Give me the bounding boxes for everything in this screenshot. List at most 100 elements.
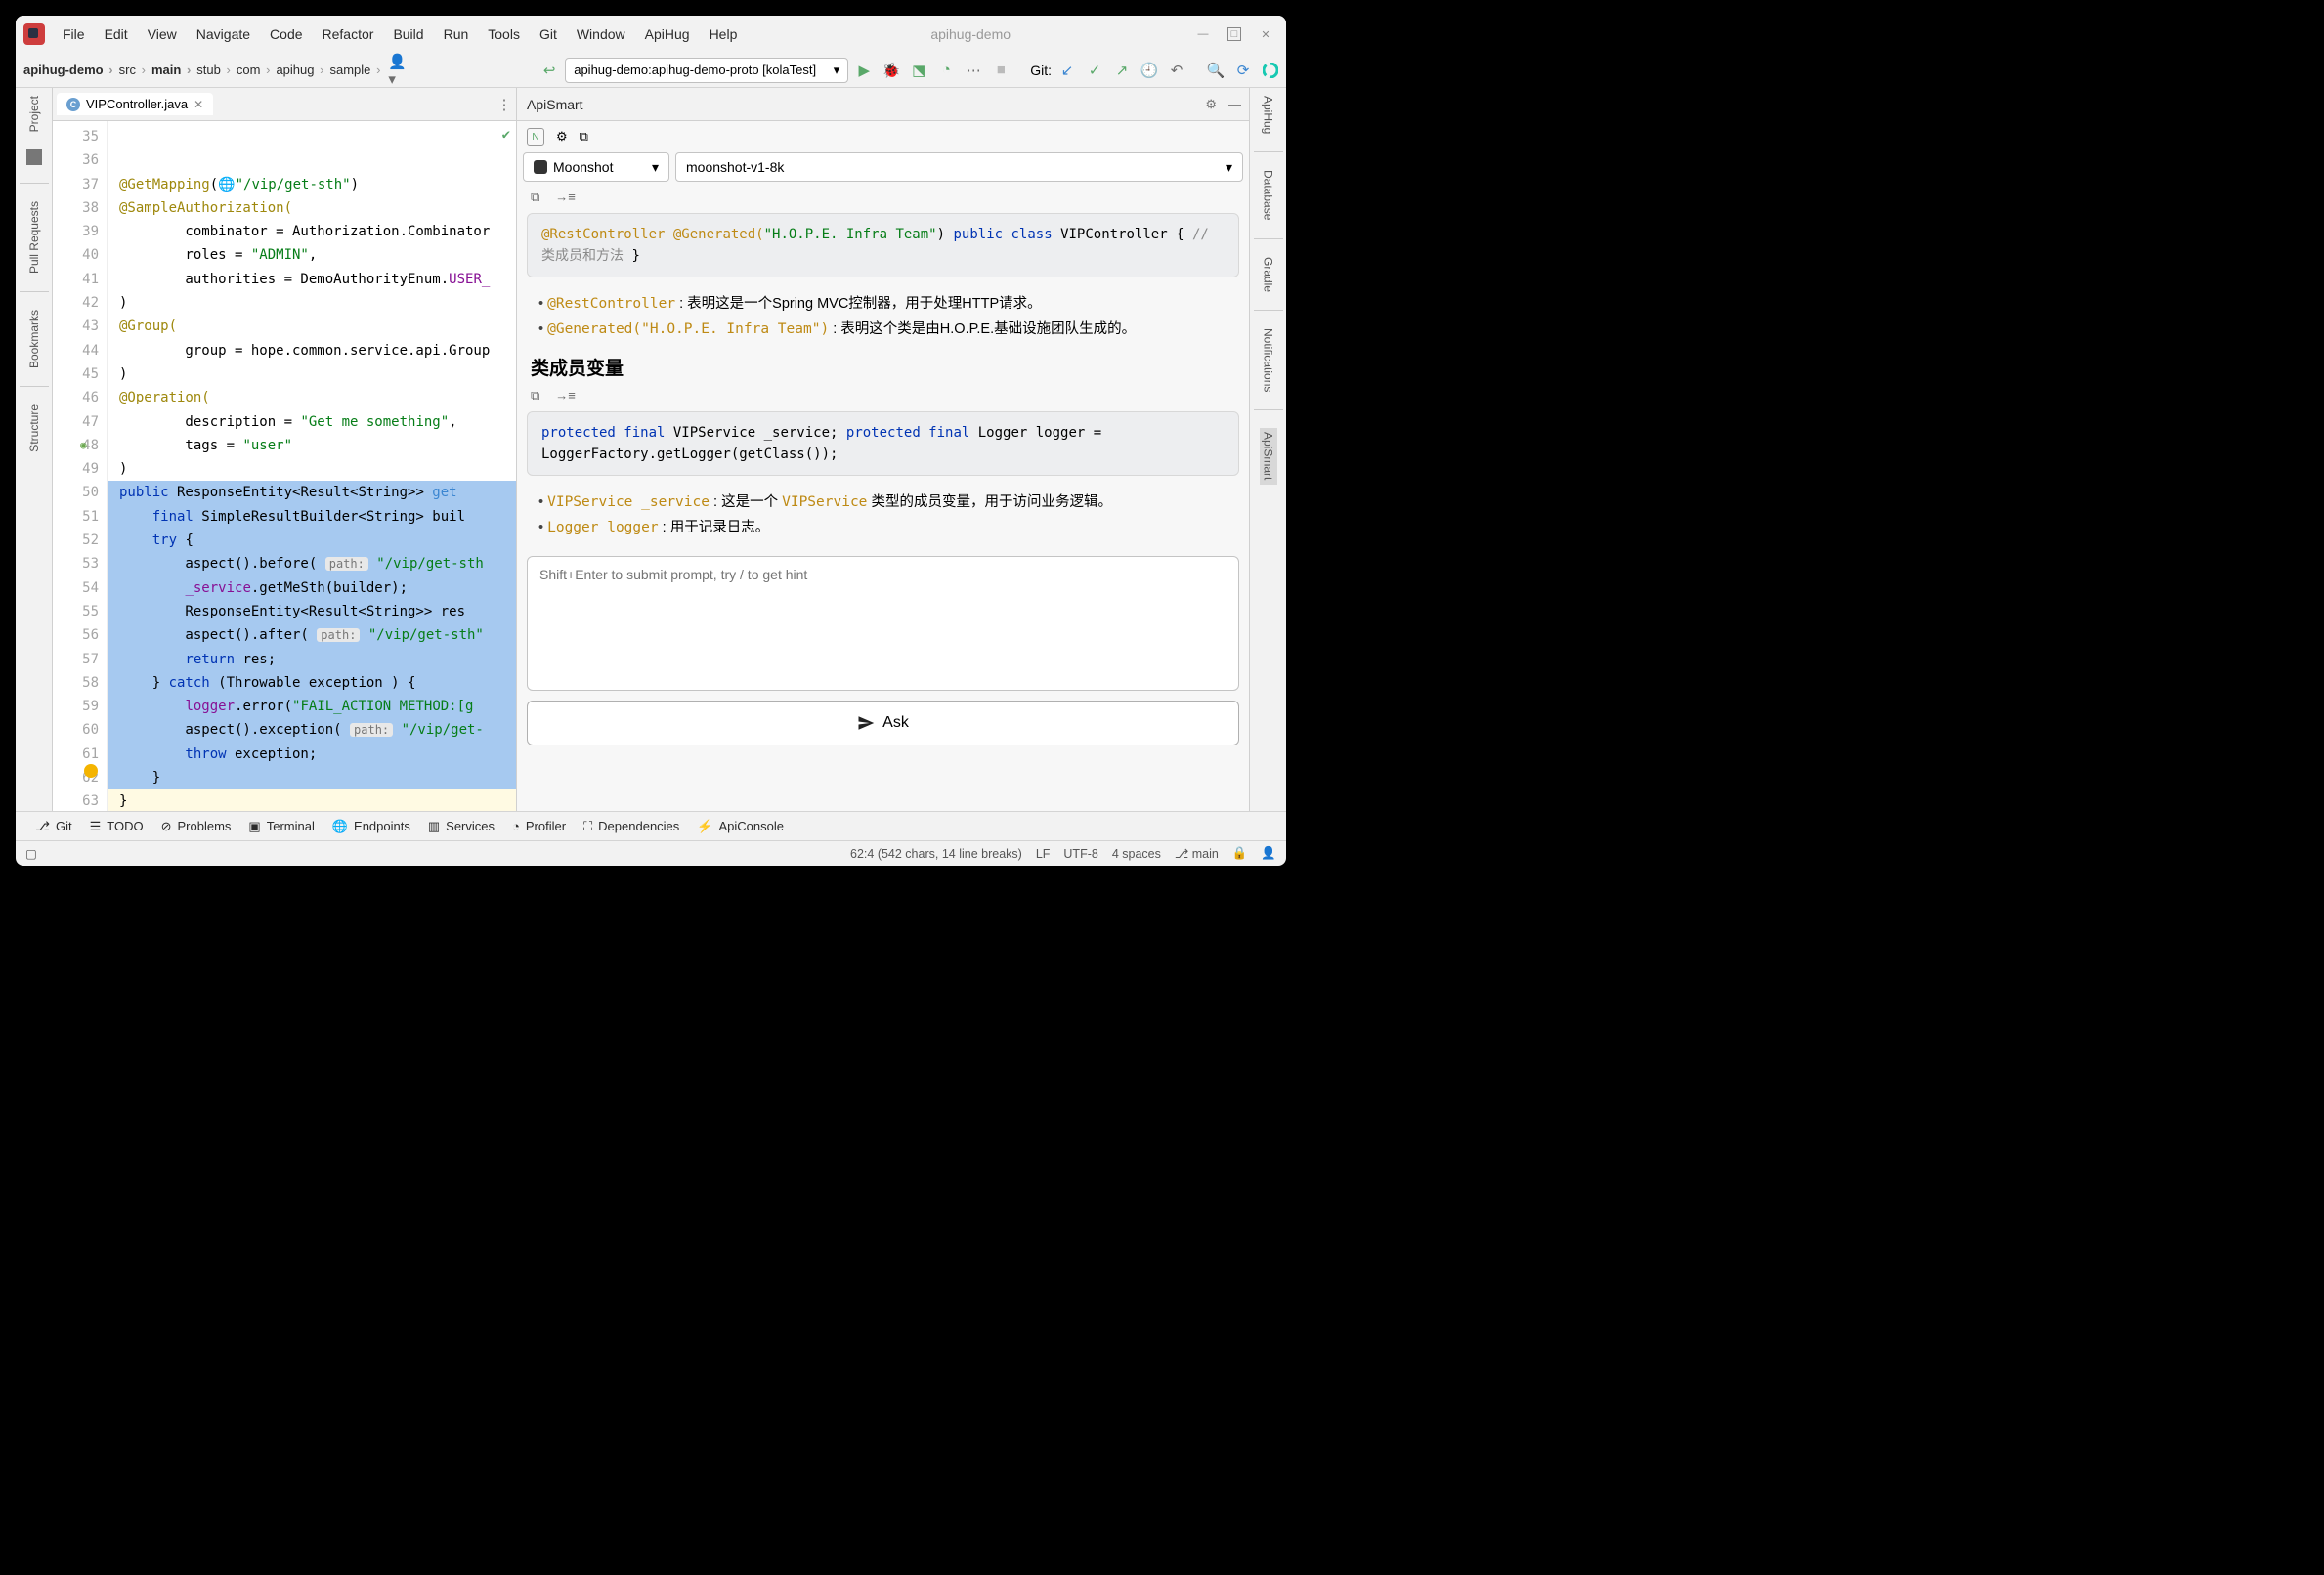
gutter-override-icon[interactable]: ◉	[80, 434, 87, 457]
console-icon: ⚡	[697, 819, 712, 834]
line-separator[interactable]: LF	[1036, 847, 1051, 861]
bottom-dependencies[interactable]: ⛶Dependencies	[583, 819, 679, 834]
git-label: Git:	[1030, 63, 1052, 78]
copy-icon[interactable]: ⧉	[580, 129, 588, 145]
breadcrumb[interactable]: src	[115, 61, 144, 79]
maximize-icon[interactable]: □	[1227, 27, 1241, 41]
debug-icon[interactable]: 🐞	[880, 59, 903, 82]
tool-pull-requests[interactable]: Pull Requests	[27, 201, 41, 274]
editor-tab-label: VIPController.java	[86, 97, 188, 111]
history-icon[interactable]: 🕘	[1138, 59, 1161, 82]
copy-snippet-icon[interactable]: ⧉	[531, 388, 539, 404]
bottom-apiconsole[interactable]: ⚡ApiConsole	[697, 819, 784, 834]
tool-notifications[interactable]: Notifications	[1262, 328, 1275, 392]
model-name-select[interactable]: moonshot-v1-8k ▾	[675, 152, 1243, 182]
coverage-icon[interactable]: ⬔	[907, 59, 930, 82]
toolwindow-toggle-icon[interactable]: ▢	[25, 846, 37, 861]
menu-edit[interactable]: Edit	[97, 22, 136, 46]
menu-apihug[interactable]: ApiHug	[637, 22, 698, 46]
menu-file[interactable]: File	[55, 22, 93, 46]
update-icon[interactable]: ↙	[1055, 59, 1079, 82]
insert-icon[interactable]: →≡	[555, 388, 576, 404]
tool-database[interactable]: Database	[1262, 170, 1275, 220]
menu-tools[interactable]: Tools	[480, 22, 528, 46]
right-toolwindow-bar: ApiHug Database Gradle Notifications Api…	[1249, 88, 1286, 811]
copy-snippet-icon[interactable]: ⧉	[531, 190, 539, 205]
menu-code[interactable]: Code	[262, 22, 310, 46]
new-chat-icon[interactable]: N	[527, 128, 544, 146]
model-provider-select[interactable]: Moonshot ▾	[523, 152, 669, 182]
menu-help[interactable]: Help	[702, 22, 746, 46]
tab-menu-icon[interactable]: ⋮	[493, 93, 516, 116]
list-icon: ☰	[90, 819, 102, 834]
run-config-selector[interactable]: apihug-demo:apihug-demo-proto [kolaTest]…	[565, 58, 848, 83]
more-run-icon[interactable]: ⋯	[962, 59, 985, 82]
code-area[interactable]: ✔ @GetMapping(🌐"/vip/get-sth") @SampleAu…	[108, 121, 516, 811]
minimize-icon[interactable]: —	[1196, 27, 1210, 41]
search-icon[interactable]: 🔍	[1204, 59, 1227, 82]
gear-icon[interactable]: ⚙	[1205, 97, 1217, 112]
user-icon[interactable]: 👤	[1261, 846, 1276, 861]
left-toolwindow-bar: Project Pull Requests Bookmarks Structur…	[16, 88, 53, 811]
breadcrumb[interactable]: apihug	[272, 61, 322, 79]
apihug-toolbar-icon[interactable]	[1259, 59, 1282, 82]
code-editor[interactable]: 353637 383940 414243 444546 474849 50515…	[53, 121, 517, 811]
bottom-terminal[interactable]: ▣Terminal	[248, 819, 314, 834]
indent[interactable]: 4 spaces	[1112, 847, 1161, 861]
app-icon	[23, 23, 45, 45]
menu-view[interactable]: View	[140, 22, 185, 46]
intention-bulb-icon[interactable]	[84, 764, 98, 778]
insert-icon[interactable]: →≡	[555, 190, 576, 205]
encoding[interactable]: UTF-8	[1063, 847, 1097, 861]
editor-tab[interactable]: C VIPController.java ✕	[57, 93, 213, 115]
tool-project[interactable]: Project	[27, 96, 41, 132]
inspection-ok-icon[interactable]: ✔	[502, 123, 510, 147]
minimize-panel-icon[interactable]: —	[1228, 97, 1241, 111]
menu-navigate[interactable]: Navigate	[189, 22, 258, 46]
breadcrumb[interactable]: stub	[193, 61, 229, 79]
ask-button[interactable]: Ask	[527, 701, 1239, 745]
users-icon[interactable]: 👤▾	[388, 59, 411, 82]
settings-icon[interactable]: ⚙	[556, 129, 568, 145]
lock-icon[interactable]: 🔒	[1232, 846, 1248, 861]
caret-position[interactable]: 62:4 (542 chars, 14 line breaks)	[850, 847, 1022, 861]
breadcrumb[interactable]: apihug-demo	[20, 61, 111, 79]
bottom-services[interactable]: ▥Services	[428, 819, 495, 834]
stop-icon[interactable]: ■	[989, 59, 1012, 82]
profile-icon[interactable]: ◔	[934, 59, 958, 82]
body: Project Pull Requests Bookmarks Structur…	[16, 88, 1286, 811]
menu-window[interactable]: Window	[569, 22, 633, 46]
breadcrumb[interactable]: sample	[325, 61, 378, 79]
project-view-icon[interactable]	[26, 149, 42, 165]
menu-refactor[interactable]: Refactor	[315, 22, 382, 46]
bottom-git[interactable]: ⎇Git	[35, 819, 72, 834]
breadcrumb[interactable]: main	[148, 61, 189, 79]
close-tab-icon[interactable]: ✕	[194, 98, 203, 111]
explanation-list: VIPService _service : 这是一个 VIPService 类型…	[517, 480, 1249, 550]
run-icon[interactable]: ▶	[852, 59, 876, 82]
rollback-icon[interactable]: ↶	[1165, 59, 1188, 82]
bottom-todo[interactable]: ☰TODO	[90, 819, 144, 834]
apismart-panel: N ⚙ ⧉ Moonshot ▾ moonshot-v1-8k ▾	[517, 121, 1249, 811]
titlebar: File Edit View Navigate Code Refactor Bu…	[16, 16, 1286, 53]
tool-apismart[interactable]: ApiSmart	[1260, 428, 1277, 484]
bottom-endpoints[interactable]: 🌐Endpoints	[332, 819, 410, 834]
bottom-profiler[interactable]: ◔Profiler	[512, 819, 566, 833]
tool-gradle[interactable]: Gradle	[1262, 257, 1275, 292]
tool-apihug[interactable]: ApiHug	[1262, 96, 1275, 134]
prompt-input[interactable]	[527, 556, 1239, 691]
breadcrumb[interactable]: com	[233, 61, 269, 79]
sync-icon[interactable]: ⟳	[1231, 59, 1255, 82]
push-icon[interactable]: ↗	[1110, 59, 1134, 82]
git-branch[interactable]: ⎇ main	[1175, 846, 1219, 861]
close-icon[interactable]: ✕	[1259, 27, 1272, 41]
tool-bookmarks[interactable]: Bookmarks	[27, 310, 41, 368]
bottom-problems[interactable]: ⊘Problems	[161, 819, 232, 834]
toolbar: apihug-demo src main stub com apihug sam…	[16, 53, 1286, 88]
menu-git[interactable]: Git	[532, 22, 565, 46]
back-arrow-icon[interactable]: ↩	[538, 59, 561, 82]
menu-run[interactable]: Run	[436, 22, 477, 46]
menu-build[interactable]: Build	[385, 22, 431, 46]
tool-structure[interactable]: Structure	[27, 404, 41, 452]
commit-icon[interactable]: ✓	[1083, 59, 1106, 82]
